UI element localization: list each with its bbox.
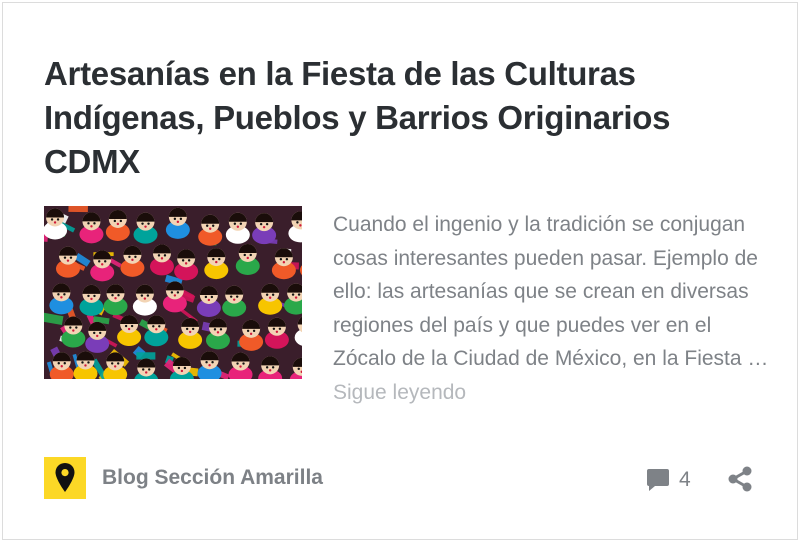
author-name[interactable]: Blog Sección Amarilla [102,466,323,490]
speech-bubble-icon [647,469,669,491]
dolls-image [44,206,302,379]
post-excerpt: Cuando el ingenio y la tradición se conj… [333,208,773,410]
post-title[interactable]: Artesanías en la Fiesta de las Culturas … [44,52,744,184]
share-button[interactable] [725,464,755,499]
map-pin-icon[interactable] [44,457,86,499]
read-more-link[interactable]: Sigue leyendo [333,381,466,404]
post-footer: Blog Sección Amarilla 4 [44,457,764,501]
post-card: Artesanías en la Fiesta de las Culturas … [2,2,798,540]
comment-count: 4 [679,468,691,491]
share-icon [728,466,752,492]
post-thumbnail[interactable] [44,206,302,379]
excerpt-text: Cuando el ingenio y la tradición se conj… [333,213,769,371]
comments-button[interactable]: 4 [646,465,691,495]
